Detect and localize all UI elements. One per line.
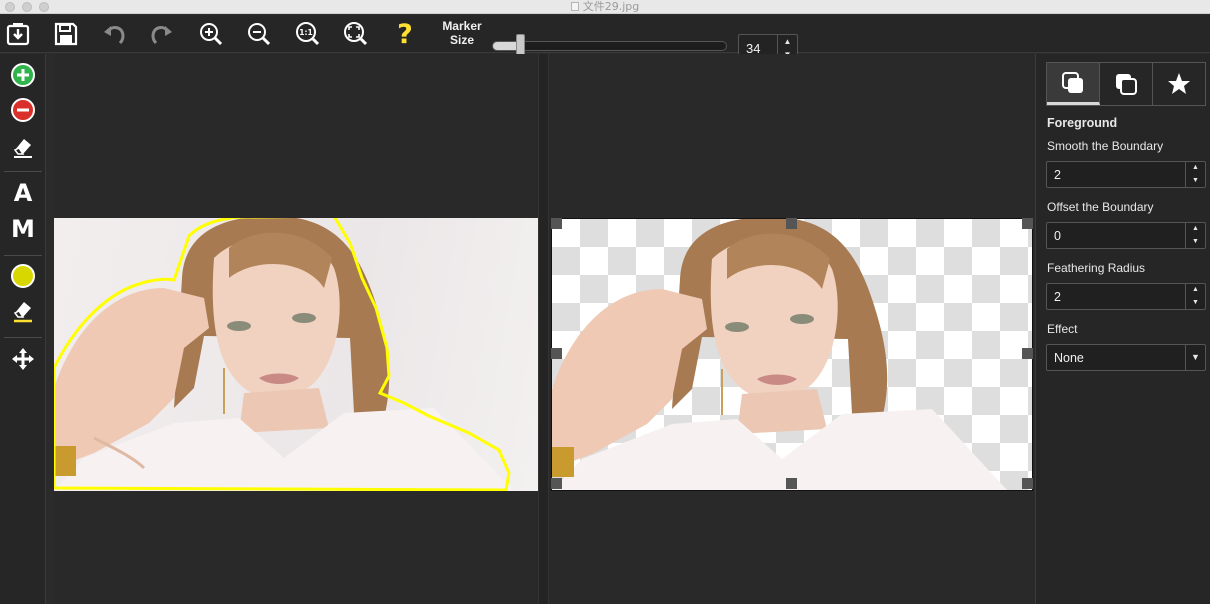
properties-panel: Foreground Smooth the Boundary 2 ▲ ▼ Offs… xyxy=(1035,54,1210,604)
offset-value: 0 xyxy=(1054,229,1061,243)
panel-tabs xyxy=(1046,62,1206,106)
marker-eraser-icon xyxy=(13,302,32,323)
background-tab-icon xyxy=(1116,74,1137,95)
tab-background[interactable] xyxy=(1100,63,1153,105)
effect-value: None xyxy=(1054,351,1084,365)
tools-divider xyxy=(4,337,42,338)
offset-stepper[interactable]: 0 ▲ ▼ xyxy=(1046,222,1206,249)
manual-mode-label: M xyxy=(11,215,35,243)
smooth-label: Smooth the Boundary xyxy=(1047,139,1164,153)
smooth-value: 2 xyxy=(1054,168,1061,182)
zoom-in-button[interactable] xyxy=(197,20,225,48)
crop-handle[interactable] xyxy=(551,348,562,359)
add-foreground-button[interactable] xyxy=(3,58,43,92)
toolbar: 1:1 ? Marker Size 34 ▲ ▼ xyxy=(0,15,1210,62)
file-icon xyxy=(570,2,579,11)
help-button[interactable]: ? xyxy=(391,18,419,50)
actual-size-icon: 1:1 xyxy=(296,22,320,46)
crop-handle[interactable] xyxy=(551,478,562,489)
auto-mode-button[interactable]: A xyxy=(3,176,43,210)
marker-eraser-button[interactable] xyxy=(3,294,43,328)
tools-divider xyxy=(4,171,42,172)
section-title: Foreground xyxy=(1047,116,1118,130)
window-title: 文件29.jpg xyxy=(582,0,640,13)
marker-color-button[interactable] xyxy=(3,259,43,293)
feather-down-arrow[interactable]: ▼ xyxy=(1186,297,1205,310)
crop-handle[interactable] xyxy=(551,218,562,229)
crop-handle[interactable] xyxy=(786,218,797,229)
title-bar: 文件29.jpg xyxy=(0,0,1210,14)
crop-handle[interactable] xyxy=(786,478,797,489)
marker-color-icon xyxy=(11,264,35,288)
result-preview[interactable] xyxy=(551,218,1033,491)
fit-screen-button[interactable] xyxy=(342,20,370,48)
fit-screen-icon xyxy=(344,22,368,46)
save-icon xyxy=(54,22,78,46)
save-button[interactable] xyxy=(52,20,80,48)
tab-effects[interactable] xyxy=(1153,63,1205,105)
tab-foreground[interactable] xyxy=(1047,63,1100,105)
eraser-button[interactable] xyxy=(3,129,43,163)
manual-mode-button[interactable]: M xyxy=(3,212,43,246)
smooth-stepper[interactable]: 2 ▲ ▼ xyxy=(1046,161,1206,188)
remove-background-icon xyxy=(11,98,35,122)
remove-background-button[interactable] xyxy=(3,93,43,127)
left-toolbar: A M xyxy=(0,54,46,604)
feather-stepper[interactable]: 2 ▲ ▼ xyxy=(1046,283,1206,310)
actual-size-label: 1:1 xyxy=(299,28,312,37)
source-photo-artwork xyxy=(54,218,514,491)
zoom-out-button[interactable] xyxy=(245,20,273,48)
zoom-in-icon xyxy=(200,23,223,46)
redo-button[interactable] xyxy=(148,20,176,48)
marker-size-slider[interactable] xyxy=(492,41,727,51)
chevron-down-icon[interactable]: ▼ xyxy=(1185,345,1205,370)
zoom-out-icon xyxy=(248,23,271,46)
source-image[interactable] xyxy=(54,218,538,491)
undo-icon xyxy=(104,26,125,45)
effect-label: Effect xyxy=(1047,322,1078,336)
eraser-icon xyxy=(13,139,32,158)
foreground-tab-icon xyxy=(1062,71,1083,93)
result-photo-artwork xyxy=(552,219,1007,490)
feather-value: 2 xyxy=(1054,290,1061,304)
crop-handle[interactable] xyxy=(1022,348,1033,359)
help-icon: ? xyxy=(397,18,413,50)
crop-handle[interactable] xyxy=(1022,218,1033,229)
auto-mode-label: A xyxy=(13,179,33,207)
feather-label: Feathering Radius xyxy=(1047,261,1146,275)
tools-divider xyxy=(4,255,42,256)
smooth-down-arrow[interactable]: ▼ xyxy=(1186,175,1205,188)
smooth-up-arrow[interactable]: ▲ xyxy=(1186,162,1205,175)
crop-handle[interactable] xyxy=(1022,478,1033,489)
window-title-area: 文件29.jpg xyxy=(0,0,1210,14)
move-icon xyxy=(12,348,34,370)
move-button[interactable] xyxy=(3,342,43,376)
offset-up-arrow[interactable]: ▲ xyxy=(1186,223,1205,236)
canvas-splitter[interactable] xyxy=(538,54,549,604)
import-button[interactable] xyxy=(4,20,32,48)
undo-button[interactable] xyxy=(100,20,128,48)
effects-tab-icon xyxy=(1168,73,1190,94)
redo-icon xyxy=(151,26,172,45)
offset-down-arrow[interactable]: ▼ xyxy=(1186,236,1205,249)
effect-select[interactable]: None ▼ xyxy=(1046,344,1206,371)
feather-up-arrow[interactable]: ▲ xyxy=(1186,284,1205,297)
add-foreground-icon xyxy=(11,63,35,87)
actual-size-button[interactable]: 1:1 xyxy=(294,20,322,48)
marker-size-label: Marker Size xyxy=(442,19,482,47)
marker-size-up-arrow[interactable]: ▲ xyxy=(778,35,797,48)
import-icon xyxy=(6,23,30,46)
offset-label: Offset the Boundary xyxy=(1047,200,1154,214)
